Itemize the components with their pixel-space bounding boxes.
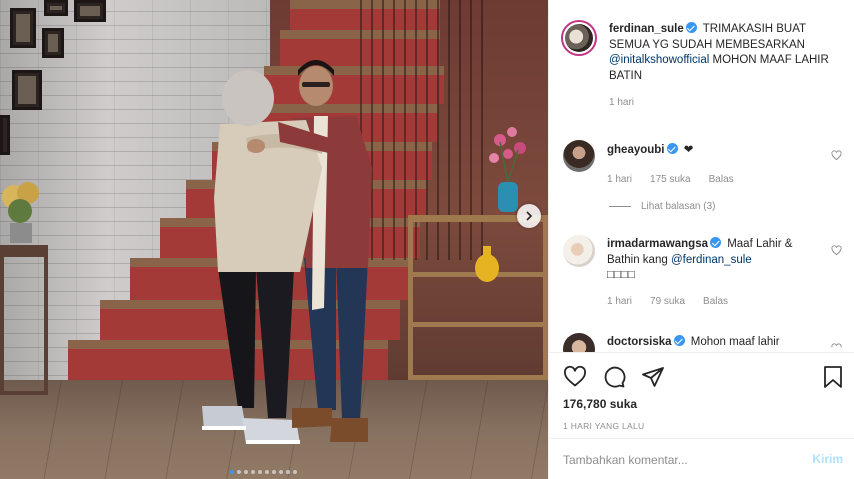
- comment-emoji: □□□□: [607, 269, 635, 281]
- verified-icon: [666, 143, 678, 154]
- comment-age: 1 hari: [607, 173, 633, 185]
- view-replies-button[interactable]: Lihat balasan (3): [609, 201, 716, 212]
- comment-text: ❤: [683, 144, 694, 156]
- wall-frame: [42, 28, 64, 58]
- hugging-people: [202, 60, 372, 444]
- post-timestamp: 1 HARI YANG LALU: [563, 421, 645, 431]
- author-avatar[interactable]: [561, 20, 597, 56]
- carousel-dot: [230, 470, 234, 474]
- post-photo[interactable]: [0, 0, 548, 479]
- comment-like-heart-icon[interactable]: [831, 150, 842, 161]
- caption-mention[interactable]: @initalkshowofficial: [609, 54, 709, 66]
- comment-username[interactable]: irmadarmawangsa: [607, 238, 708, 250]
- side-table: [0, 245, 48, 395]
- carousel-dot: [258, 470, 262, 474]
- yellow-vase: [475, 246, 499, 282]
- commenter-avatar[interactable]: [563, 235, 595, 267]
- carousel-dot: [244, 470, 248, 474]
- comment-username[interactable]: gheayoubi: [607, 144, 665, 156]
- reply-button[interactable]: Balas: [703, 296, 728, 307]
- carousel-dot: [272, 470, 276, 474]
- comment-item: gheayoubi ❤ 1 hari 175 suka Balas: [563, 140, 847, 185]
- bookmark-icon[interactable]: [821, 365, 845, 389]
- post-sidebar: ferdinan_sule TRIMAKASIH BUAT SEMUA YG S…: [548, 0, 854, 479]
- carousel-dot: [293, 470, 297, 474]
- wall-frame: [44, 0, 68, 16]
- carousel-next-button[interactable]: [517, 204, 541, 228]
- commenter-avatar[interactable]: [563, 333, 595, 352]
- carousel-indicator: [230, 470, 297, 474]
- wall-frame: [12, 70, 42, 110]
- verified-icon: [710, 237, 721, 248]
- comment-mention[interactable]: @ferdinan_sule: [671, 254, 752, 266]
- comment-form: Kirim: [549, 438, 854, 479]
- commenter-avatar[interactable]: [563, 140, 595, 172]
- comment-likes[interactable]: 79 suka: [650, 296, 685, 307]
- likes-count[interactable]: 176,780 suka: [563, 397, 637, 411]
- comment-input[interactable]: [563, 450, 793, 470]
- author-username[interactable]: ferdinan_sule: [609, 23, 684, 35]
- chevron-right-icon: [526, 211, 533, 221]
- heart-icon[interactable]: [563, 365, 587, 389]
- instagram-post: ferdinan_sule TRIMAKASIH BUAT SEMUA YG S…: [0, 0, 854, 479]
- wall-frame: [10, 8, 36, 48]
- carousel-dot: [286, 470, 290, 474]
- wall-frame: [0, 115, 10, 155]
- view-replies-label: Lihat balasan (3): [641, 201, 716, 212]
- comment-likes[interactable]: 175 suka: [650, 174, 691, 185]
- comment-item: doctorsiska Mohon maaf lahir: [563, 333, 847, 352]
- carousel-dot: [237, 470, 241, 474]
- comment-username[interactable]: doctorsiska: [607, 336, 672, 348]
- comment-like-heart-icon[interactable]: [831, 245, 842, 256]
- comment-age: 1 hari: [607, 295, 633, 307]
- post-caption: ferdinan_sule TRIMAKASIH BUAT SEMUA YG S…: [561, 20, 847, 108]
- verified-icon: [685, 22, 697, 33]
- verified-icon: [673, 335, 685, 346]
- comment-icon[interactable]: [602, 365, 626, 389]
- submit-comment-button[interactable]: Kirim: [812, 452, 843, 466]
- share-icon[interactable]: [641, 365, 665, 389]
- carousel-dot: [279, 470, 283, 474]
- action-bar: 176,780 suka 1 HARI YANG LALU: [549, 352, 854, 431]
- comment-item: irmadarmawangsa Maaf Lahir & Bathin kang…: [563, 235, 847, 307]
- comment-text: Mohon maaf lahir: [690, 336, 780, 348]
- carousel-dot: [265, 470, 269, 474]
- carousel-dot: [251, 470, 255, 474]
- caption-age: 1 hari: [609, 97, 635, 108]
- potted-plant: [2, 182, 39, 243]
- reply-button[interactable]: Balas: [709, 174, 734, 185]
